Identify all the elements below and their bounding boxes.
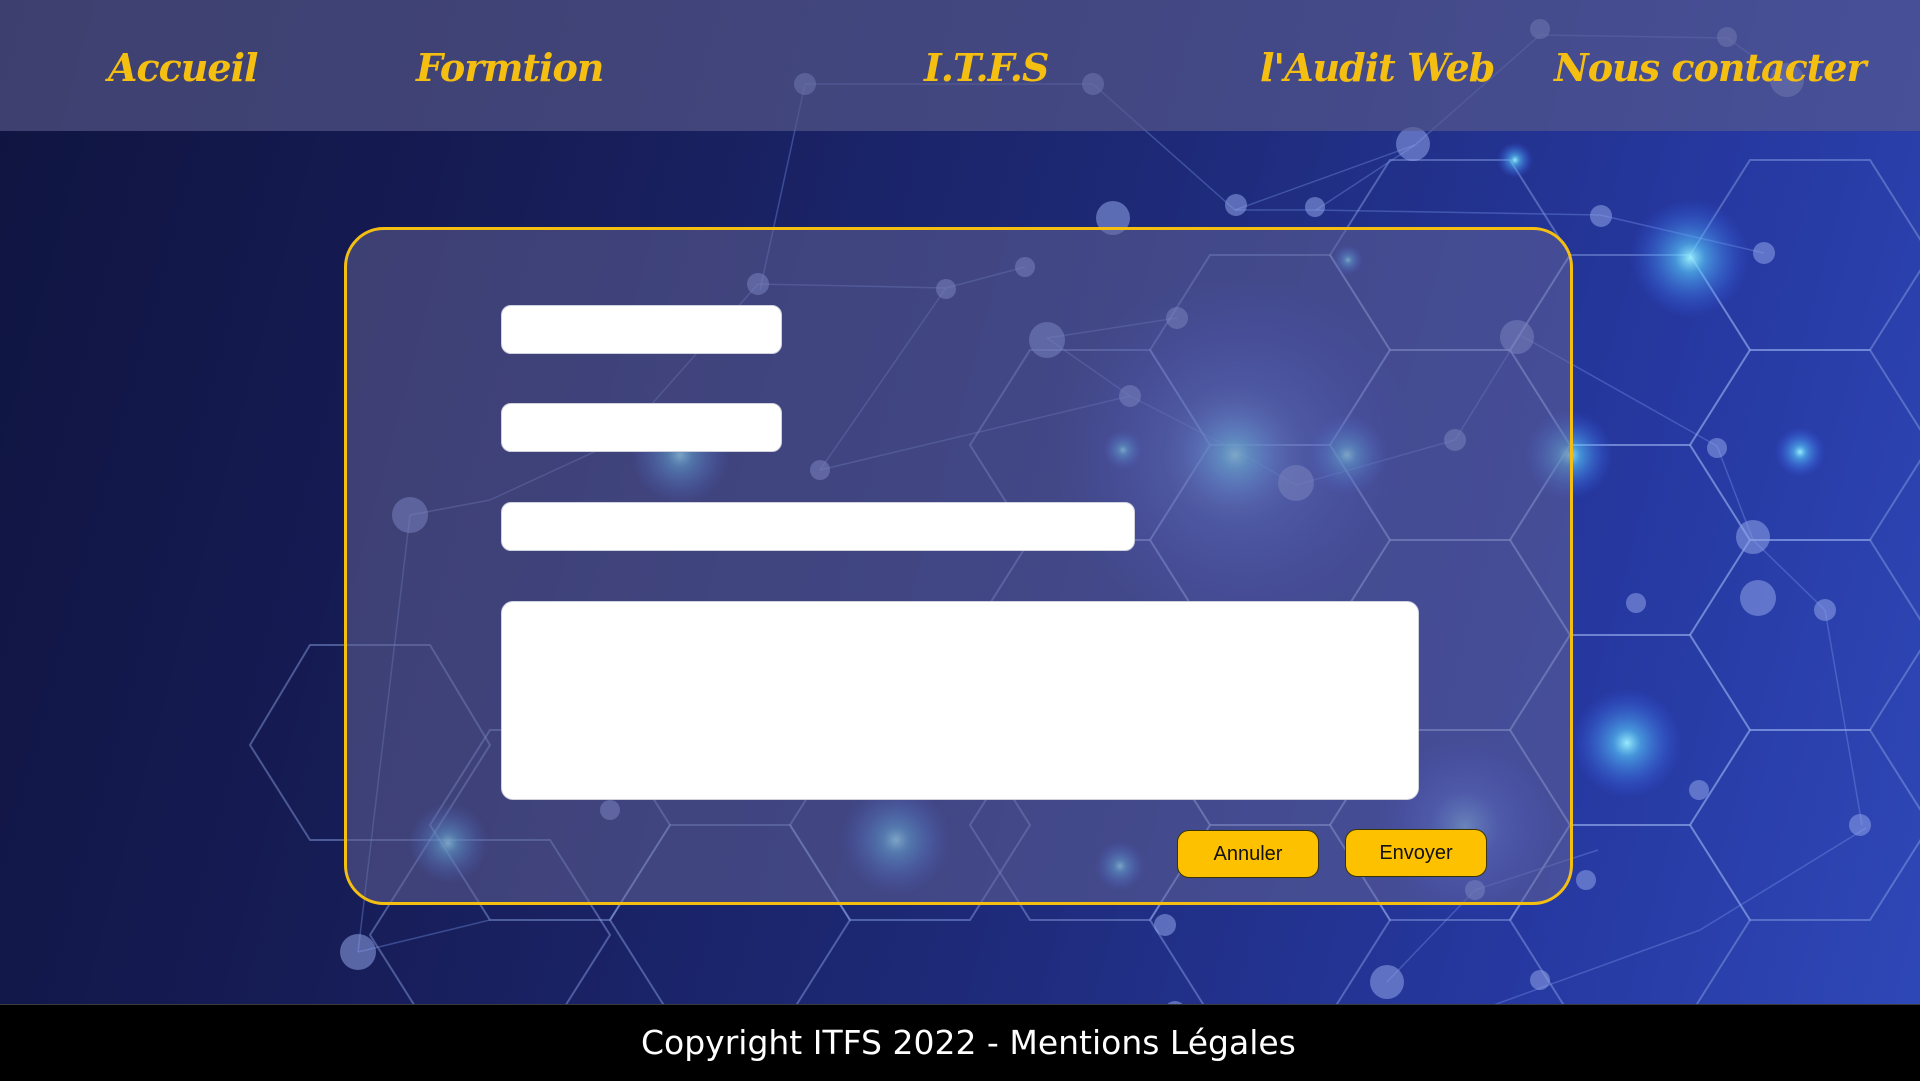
page: Accueil Formtion I.T.F.S l'Audit Web Nou… (0, 0, 1920, 1081)
contact-field-1[interactable] (501, 305, 782, 354)
contact-field-3[interactable] (501, 502, 1135, 551)
nav-item-formation[interactable]: Formtion (416, 38, 604, 98)
contact-field-2[interactable] (501, 403, 782, 452)
top-navigation: Accueil Formtion I.T.F.S l'Audit Web Nou… (0, 0, 1920, 131)
nav-item-audit-web[interactable]: l'Audit Web (1260, 38, 1495, 98)
message-textarea[interactable] (501, 601, 1419, 800)
nav-item-itfs[interactable]: I.T.F.S (924, 38, 1049, 98)
footer-text: Copyright ITFS 2022 - Mentions Légales (641, 1023, 1296, 1062)
nav-item-nous-contacter[interactable]: Nous contacter (1554, 38, 1867, 98)
send-button[interactable]: Envoyer (1345, 829, 1487, 877)
copyright-text: Copyright ITFS 2022 - (641, 1023, 1010, 1062)
legal-notice-link[interactable]: Mentions Légales (1009, 1023, 1296, 1062)
cancel-button[interactable]: Annuler (1177, 830, 1319, 878)
nav-item-accueil[interactable]: Accueil (108, 38, 258, 98)
footer: Copyright ITFS 2022 - Mentions Légales (0, 1004, 1920, 1081)
